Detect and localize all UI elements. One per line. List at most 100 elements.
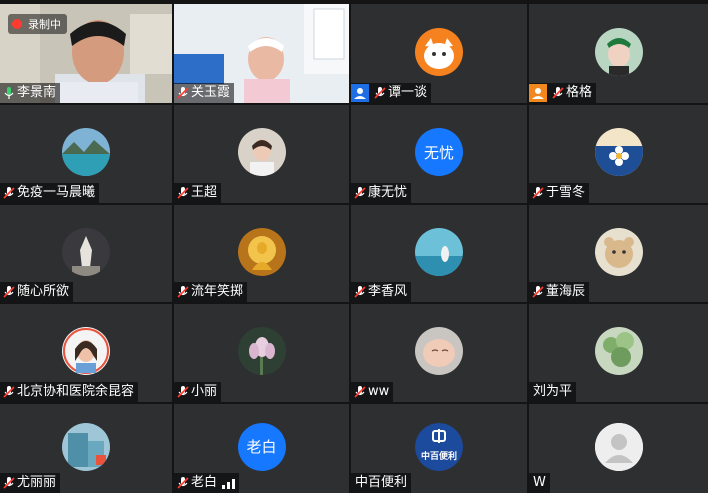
buddha-avatar <box>237 227 286 276</box>
participant-tile[interactable]: 于雪冬 <box>529 105 708 203</box>
participant-name: 免疫一马晨曦 <box>17 185 96 200</box>
participant-name: 刘为平 <box>533 384 573 399</box>
mic-muted-icon <box>177 87 189 99</box>
participant-name: 李景南 <box>17 85 57 100</box>
participant-tile[interactable]: 随心所欲 <box>0 205 172 302</box>
mic-muted-icon <box>374 87 386 99</box>
name-tag: 谭一谈 <box>351 83 432 103</box>
name-tag: 李香风 <box>351 282 412 302</box>
mic-muted-icon <box>354 187 366 199</box>
name-tag: 王超 <box>174 183 222 203</box>
mic-muted-icon <box>532 286 544 298</box>
participant-tile[interactable]: 免疫一马晨曦 <box>0 105 172 203</box>
name-tag: 老白 <box>174 473 240 493</box>
mic-on-icon <box>4 87 14 99</box>
participant-name: W <box>533 475 546 490</box>
name-tag: W <box>529 473 550 493</box>
participant-tile[interactable]: 李香风 <box>351 205 527 302</box>
video-grid: 录制中 李景南 关玉霞 谭一谈 格格 免疫一马晨曦 王超 无忧 康无忧 于雪冬 … <box>0 0 708 493</box>
participant-tile[interactable]: 北京协和医院余昆容 <box>0 304 172 402</box>
mic-muted-icon <box>3 386 15 398</box>
name-tag: 免疫一马晨曦 <box>0 183 100 203</box>
participant-tile[interactable]: 刘为平 <box>529 304 708 402</box>
name-tag: 康无忧 <box>351 183 412 203</box>
name-tag: 李景南 <box>0 83 61 103</box>
mic-muted-icon <box>3 187 15 199</box>
lotus-avatar <box>237 327 286 375</box>
participant-name: ww <box>368 384 390 399</box>
tower-avatar <box>62 227 110 276</box>
participant-tile[interactable]: 尤丽丽 <box>0 404 172 493</box>
participant-name: 格格 <box>566 85 593 100</box>
flower-avatar <box>594 128 643 176</box>
participant-name: 尤丽丽 <box>17 475 57 490</box>
participant-name: 王超 <box>191 185 218 200</box>
name-tag: 关玉霞 <box>174 83 235 103</box>
name-tag: 流年笑掷 <box>174 282 248 302</box>
cat-avatar <box>415 27 463 76</box>
bear-avatar <box>594 227 643 276</box>
participant-name: 李香风 <box>368 284 408 299</box>
name-tag: 北京协和医院余昆容 <box>0 382 139 402</box>
participant-name: 康无忧 <box>368 185 408 200</box>
participant-name: 老白 <box>191 475 218 490</box>
mic-muted-icon <box>532 187 544 199</box>
name-tag: 刘为平 <box>529 382 577 402</box>
participant-tile[interactable]: 流年笑掷 <box>174 205 349 302</box>
mic-muted-icon <box>177 477 189 489</box>
mic-muted-icon <box>177 187 189 199</box>
signal-strength-icon <box>222 479 236 489</box>
host-badge-icon <box>351 84 369 102</box>
participant-name: 谭一谈 <box>388 85 428 100</box>
name-tag: 董海辰 <box>529 282 590 302</box>
mic-muted-icon <box>552 87 564 99</box>
lake-avatar <box>62 128 110 176</box>
participant-name: 董海辰 <box>546 284 586 299</box>
text-avatar: 老白 <box>237 422 286 471</box>
name-tag: 于雪冬 <box>529 183 590 203</box>
baby-avatar <box>415 327 463 375</box>
mic-muted-icon <box>354 386 366 398</box>
photo-avatar <box>594 27 643 76</box>
participant-name: 关玉霞 <box>191 85 231 100</box>
participant-name: 随心所欲 <box>17 284 70 299</box>
participant-name: 流年笑掷 <box>191 284 244 299</box>
participant-tile[interactable]: 谭一谈 <box>351 4 527 103</box>
recording-label: 录制中 <box>28 18 61 31</box>
participant-tile[interactable]: W <box>529 404 708 493</box>
default-avatar <box>594 422 643 471</box>
name-tag: 随心所欲 <box>0 282 74 302</box>
name-tag: 格格 <box>529 83 597 103</box>
participant-tile[interactable]: 董海辰 <box>529 205 708 302</box>
sea-avatar <box>415 227 463 276</box>
name-tag: 中百便利 <box>351 473 412 493</box>
participant-tile[interactable]: 小丽 <box>174 304 349 402</box>
participant-tile[interactable]: 格格 <box>529 4 708 103</box>
participant-name: 中百便利 <box>355 475 408 490</box>
woman-avatar <box>62 327 110 375</box>
store-logo-text: 中百便利 <box>420 451 457 462</box>
participant-name: 小丽 <box>191 384 218 399</box>
recording-indicator: 录制中 <box>8 14 67 34</box>
mic-muted-icon <box>354 286 366 298</box>
plant-avatar <box>594 327 643 375</box>
name-tag: 小丽 <box>174 382 222 402</box>
participant-tile[interactable]: 录制中 李景南 <box>0 4 172 103</box>
record-dot-icon <box>12 19 22 29</box>
participant-tile[interactable]: 王超 <box>174 105 349 203</box>
building-avatar <box>62 422 110 471</box>
participant-tile[interactable]: 关玉霞 <box>174 4 349 103</box>
host-badge-icon <box>529 84 547 102</box>
name-tag: ww <box>351 382 394 402</box>
participant-tile[interactable]: 老白 老白 <box>174 404 349 493</box>
mic-muted-icon <box>177 286 189 298</box>
participant-tile[interactable]: 中百便利 中百便利 <box>351 404 527 493</box>
participant-name: 北京协和医院余昆容 <box>17 384 135 399</box>
mic-muted-icon <box>3 477 15 489</box>
participant-name: 于雪冬 <box>546 185 586 200</box>
name-tag: 尤丽丽 <box>0 473 61 493</box>
participant-tile[interactable]: 无忧 康无忧 <box>351 105 527 203</box>
participant-tile[interactable]: ww <box>351 304 527 402</box>
store-logo-avatar: 中百便利 <box>415 422 463 471</box>
mic-muted-icon <box>3 286 15 298</box>
